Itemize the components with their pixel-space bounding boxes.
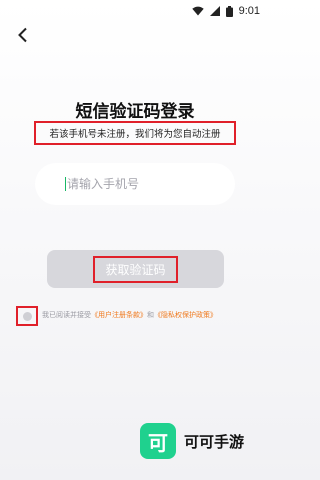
agreement-checkbox[interactable] <box>16 306 38 326</box>
text-caret <box>65 177 66 191</box>
agreement-and: 和 <box>147 311 154 319</box>
get-code-button[interactable]: 获取验证码 <box>47 250 224 288</box>
privacy-link[interactable]: 《隐私权保护政策》 <box>154 311 217 319</box>
status-bar: 9:01 <box>0 0 270 22</box>
battery-icon <box>225 5 233 17</box>
back-button[interactable] <box>10 22 36 48</box>
radio-dot-icon <box>22 311 32 321</box>
wifi-icon <box>191 6 204 16</box>
app-name: 可可手游 <box>184 432 245 451</box>
get-code-label: 获取验证码 <box>93 255 178 283</box>
agreement-prefix: 我已阅读并接受 <box>42 311 91 319</box>
chevron-left-icon <box>18 27 27 43</box>
page-title: 短信验证码登录 <box>75 102 195 122</box>
phone-field-container <box>35 163 235 205</box>
phone-input[interactable] <box>67 177 217 191</box>
agreement-text: 我已阅读并接受《用户注册条款》和《隐私权保护政策》 <box>42 310 217 320</box>
brand: 可 可可手游 <box>140 423 244 459</box>
signal-icon <box>209 6 220 16</box>
auto-register-notice: 若该手机号未注册，我们将为您自动注册 <box>34 121 236 145</box>
status-time: 9:01 <box>238 5 260 17</box>
app-logo-icon: 可 <box>140 423 176 459</box>
terms-link[interactable]: 《用户注册条款》 <box>91 311 147 319</box>
